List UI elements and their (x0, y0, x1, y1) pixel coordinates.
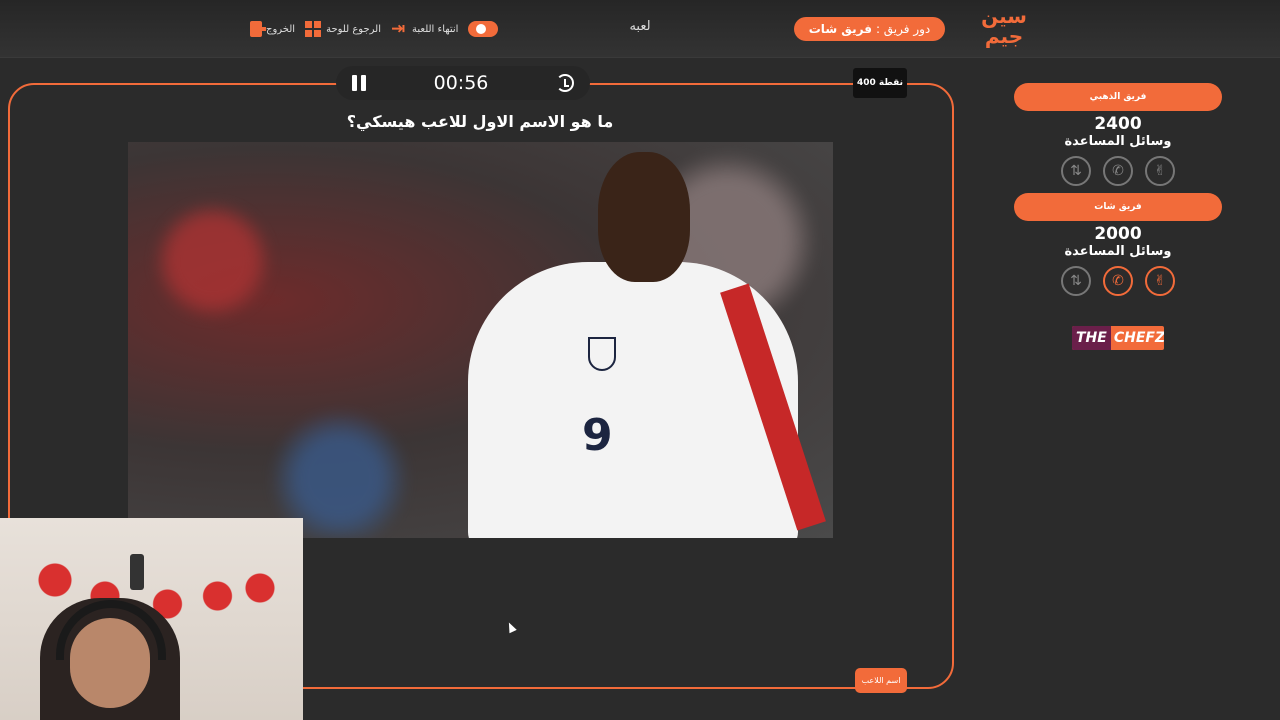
swap-icon[interactable]: ⇅ (1061, 266, 1091, 296)
lantern-icon (130, 554, 144, 590)
team-name: فريق شات (1014, 193, 1222, 221)
end-game-label: انتهاء اللعبة (412, 23, 459, 35)
player-head (598, 152, 690, 282)
back-to-board-button[interactable]: الرجوع للوحة (305, 20, 381, 38)
logo: سين جيم (981, 4, 1027, 48)
sponsor-part2: CHEFZ (1113, 330, 1164, 346)
aids-label: وسائل المساعدة (1064, 244, 1172, 259)
webcam-overlay (0, 518, 303, 720)
question-text: ما هو الاسم الاول للاعب هيسكي؟ (346, 112, 614, 131)
settings-toggle[interactable] (468, 21, 499, 37)
turn-label: دور فريق : (875, 22, 931, 36)
team-score: 2000 (1094, 224, 1142, 244)
player-shirt (468, 262, 798, 538)
sponsor-logo: THE CHEFZ (1072, 326, 1164, 350)
aids-row: ⇅ ✆ ✌ (1014, 266, 1222, 296)
exit-button[interactable]: الخروج (250, 21, 295, 37)
pause-icon[interactable] (352, 75, 366, 91)
sponsor-part1: THE (1072, 326, 1111, 350)
team-score: 2400 (1094, 114, 1142, 134)
exit-label: الخروج (266, 23, 296, 35)
points-badge: 400 نقطة (853, 68, 907, 98)
reset-timer-icon[interactable] (555, 74, 574, 92)
team-card-chat: فريق شات 2000 وسائل المساعدة ⇅ ✆ ✌ (1014, 193, 1222, 296)
swap-icon[interactable]: ⇅ (1061, 156, 1091, 186)
turn-indicator: دور فريق : فريق شات (794, 17, 945, 41)
top-bar: سين جيم دور فريق : فريق شات لعبه الخروج … (0, 0, 1280, 58)
grid-icon (305, 20, 322, 38)
phone-icon[interactable]: ✆ (1103, 156, 1133, 186)
aids-label: وسائل المساعدة (1064, 134, 1172, 149)
crest-icon (588, 337, 616, 371)
shirt-number: 9 (582, 410, 613, 461)
team-name: فريق الذهبي (1014, 83, 1222, 111)
show-answer-button[interactable]: اسم اللاعب (855, 668, 907, 693)
question-image: 9 (128, 142, 833, 538)
exit-icon (250, 21, 266, 37)
timer-bar: 00:56 (336, 66, 590, 100)
back-to-board-label: الرجوع للوحة (326, 23, 381, 35)
game-title: لعبه (629, 19, 651, 34)
hand-icon[interactable]: ✌ (1145, 266, 1175, 296)
turn-team: فريق شات (808, 22, 872, 36)
team-card-golden: فريق الذهبي 2400 وسائل المساعدة ⇅ ✆ ✌ (1014, 83, 1222, 186)
timer: 00:56 (433, 72, 489, 94)
end-game-button[interactable]: ⇥ انتهاء اللعبة (391, 18, 499, 39)
hand-icon[interactable]: ✌ (1145, 156, 1175, 186)
toolbar: الخروج الرجوع للوحة ⇥ انتهاء اللعبة (250, 16, 499, 42)
phone-icon[interactable]: ✆ (1103, 266, 1133, 296)
aids-row: ⇅ ✆ ✌ (1014, 156, 1222, 186)
arrow-end-icon: ⇥ (391, 18, 406, 39)
